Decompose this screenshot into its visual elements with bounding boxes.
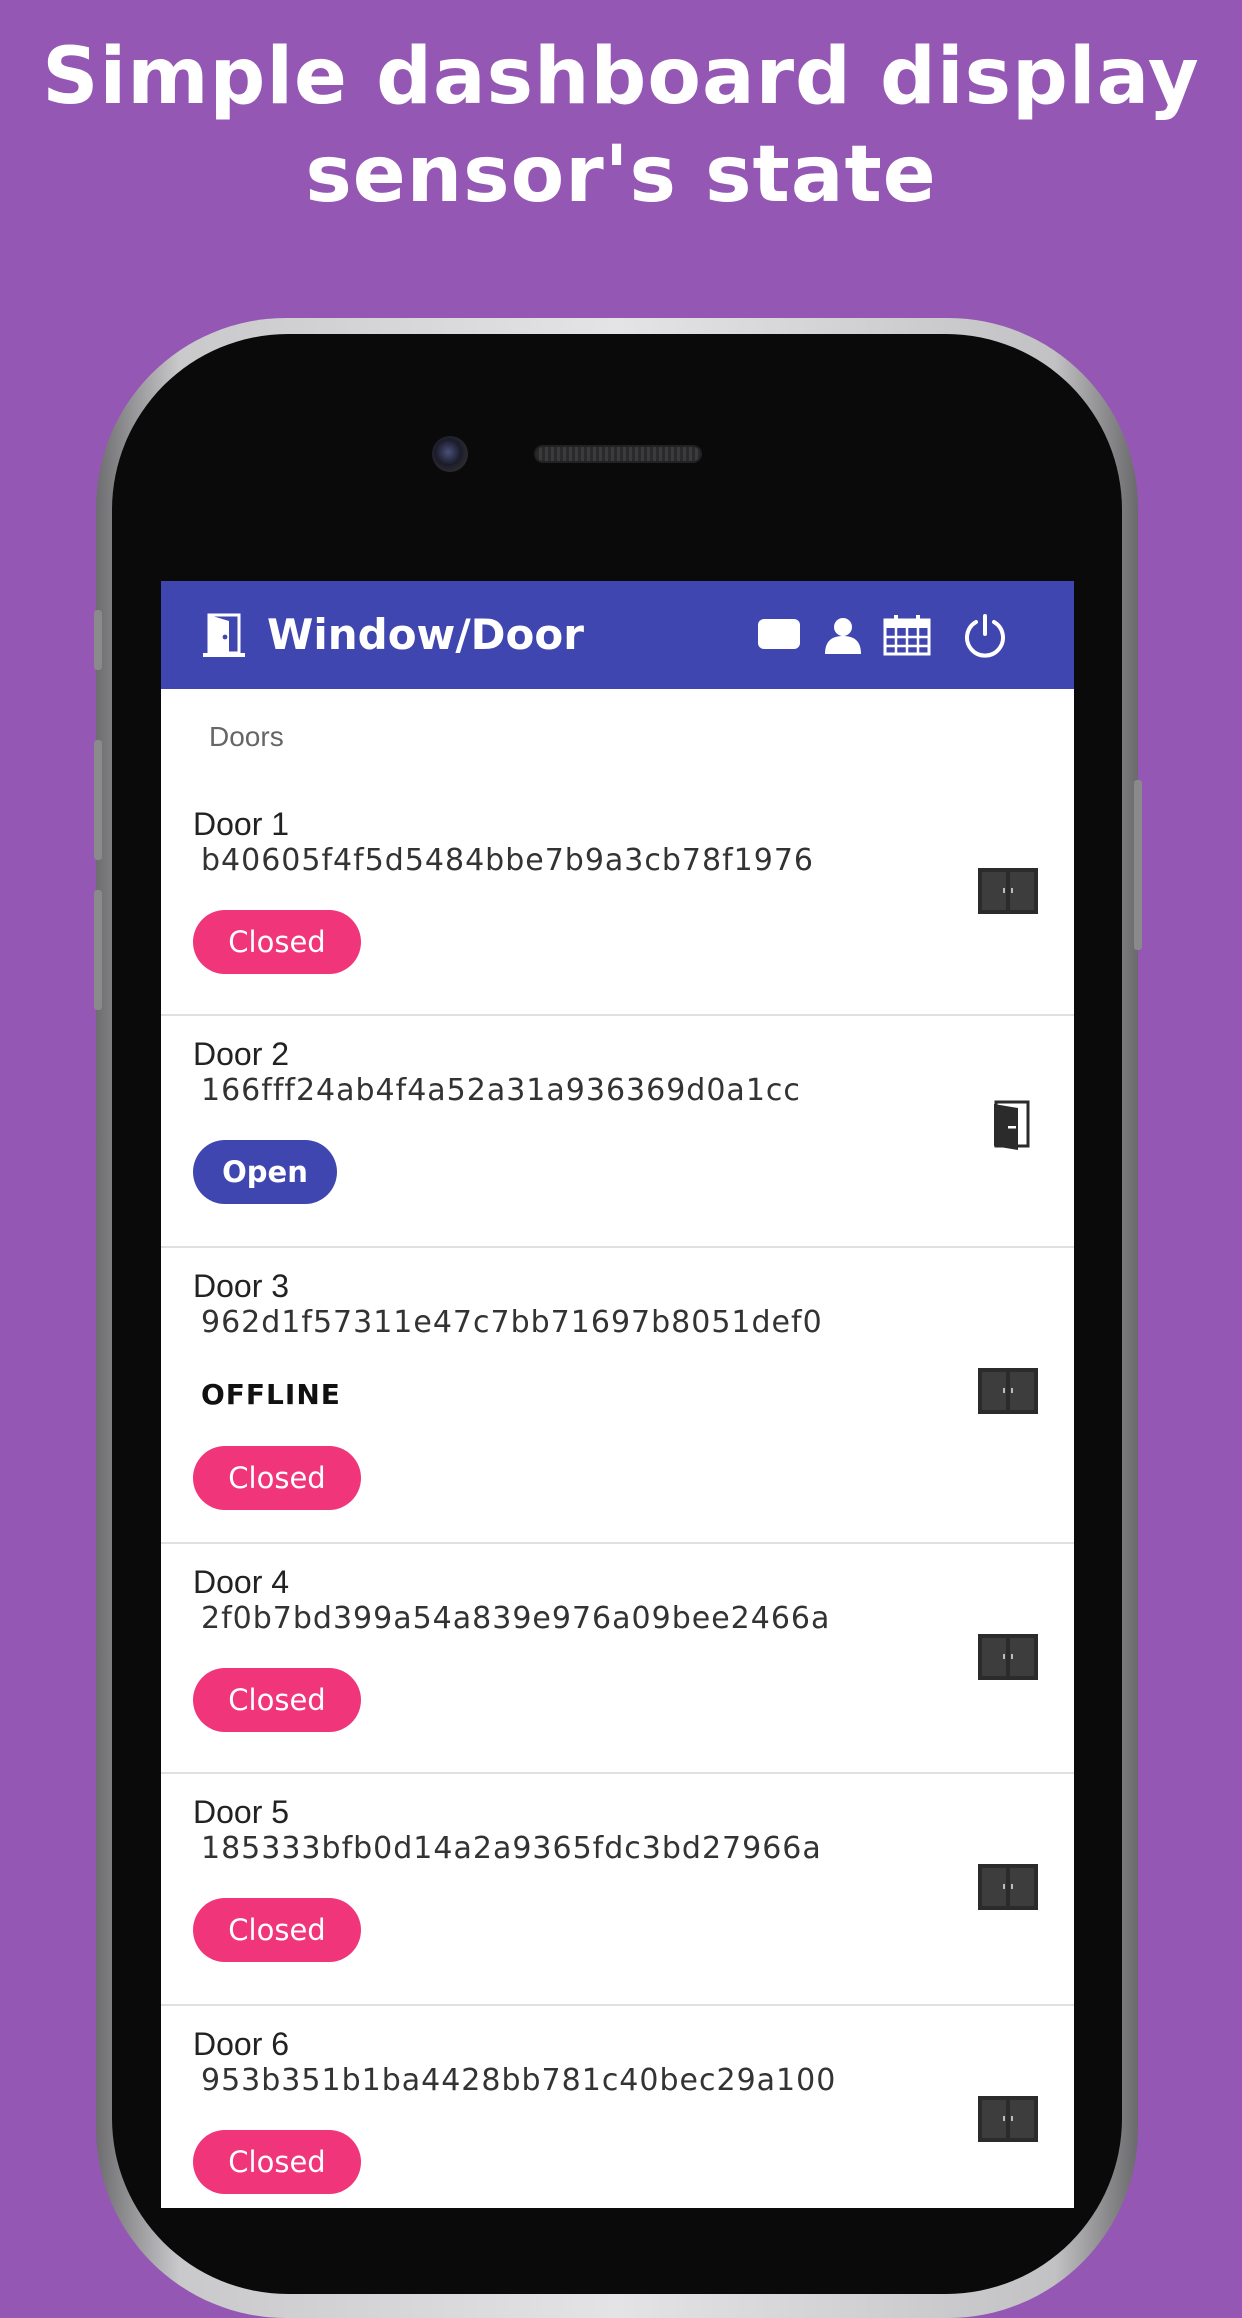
door-name: Door 4 xyxy=(193,1564,290,1600)
door-id: 166fff24ab4f4a52a31a936369d0a1cc xyxy=(201,1073,801,1108)
logout-button[interactable] xyxy=(961,611,1009,659)
door-id: 185333bfb0d14a2a9365fdc3bd27966a xyxy=(201,1831,822,1866)
status-chip[interactable]: Closed xyxy=(193,910,361,974)
door-name: Door 3 xyxy=(193,1268,290,1304)
app-title: Window/Door xyxy=(267,610,584,659)
door-row[interactable]: Door 2 166fff24ab4f4a52a31a936369d0a1cc … xyxy=(161,1016,1074,1248)
promo-title-line1: Simple dashboard display xyxy=(42,32,1200,122)
double-door-closed-icon xyxy=(978,1368,1038,1414)
status-chip[interactable]: Closed xyxy=(193,2130,361,2194)
phone-volume-down xyxy=(94,890,102,1010)
door-row[interactable]: Door 5 185333bfb0d14a2a9365fdc3bd27966a … xyxy=(161,1774,1074,2006)
messages-button[interactable] xyxy=(755,611,803,659)
status-chip[interactable]: Closed xyxy=(193,1668,361,1732)
app-bar: Window/Door xyxy=(161,581,1074,689)
section-label: Doors xyxy=(209,721,284,752)
door-name: Door 2 xyxy=(193,1036,290,1072)
door-icon xyxy=(203,613,245,657)
door-row[interactable]: Door 3 962d1f57311e47c7bb71697b8051def0 … xyxy=(161,1248,1074,1544)
offline-label: OFFLINE xyxy=(201,1378,341,1411)
door-list: Door 1 b40605f4f5d5484bbe7b9a3cb78f1976 … xyxy=(161,786,1074,2208)
door-row[interactable]: Door 1 b40605f4f5d5484bbe7b9a3cb78f1976 … xyxy=(161,786,1074,1016)
door-name: Door 1 xyxy=(193,806,290,842)
phone-power-button xyxy=(1134,780,1142,950)
profile-button[interactable] xyxy=(819,611,867,659)
front-camera xyxy=(432,436,468,472)
double-door-closed-icon xyxy=(978,1864,1038,1910)
phone-mute-switch xyxy=(94,610,102,670)
phone-volume-up xyxy=(94,740,102,860)
double-door-closed-icon xyxy=(978,868,1038,914)
double-door-closed-icon xyxy=(978,1634,1038,1680)
double-door-closed-icon xyxy=(978,2096,1038,2142)
user-icon xyxy=(825,618,861,654)
promo-title: Simple dashboard display sensor's state xyxy=(0,28,1242,224)
door-open-icon xyxy=(994,1100,1030,1150)
status-chip[interactable]: Closed xyxy=(193,1898,361,1962)
status-chip[interactable]: Closed xyxy=(193,1446,361,1510)
earpiece-speaker xyxy=(534,445,702,463)
calendar-button[interactable] xyxy=(883,611,931,659)
door-id: 962d1f57311e47c7bb71697b8051def0 xyxy=(201,1305,823,1340)
status-chip[interactable]: Open xyxy=(193,1140,337,1204)
calendar-icon xyxy=(883,615,931,656)
power-icon xyxy=(965,614,1005,658)
door-id: b40605f4f5d5484bbe7b9a3cb78f1976 xyxy=(201,843,815,878)
promo-title-line2: sensor's state xyxy=(305,130,937,220)
message-icon xyxy=(758,619,800,649)
door-id: 953b351b1ba4428bb781c40bec29a100 xyxy=(201,2063,837,2098)
app-screen: Window/Door Doors Door 1 b40605f4f5d5484… xyxy=(161,581,1074,2208)
door-id: 2f0b7bd399a54a839e976a09bee2466a xyxy=(201,1601,831,1636)
door-name: Door 5 xyxy=(193,1794,290,1830)
door-row[interactable]: Door 6 953b351b1ba4428bb781c40bec29a100 … xyxy=(161,2006,1074,2208)
door-name: Door 6 xyxy=(193,2026,290,2062)
door-row[interactable]: Door 4 2f0b7bd399a54a839e976a09bee2466a … xyxy=(161,1544,1074,1774)
